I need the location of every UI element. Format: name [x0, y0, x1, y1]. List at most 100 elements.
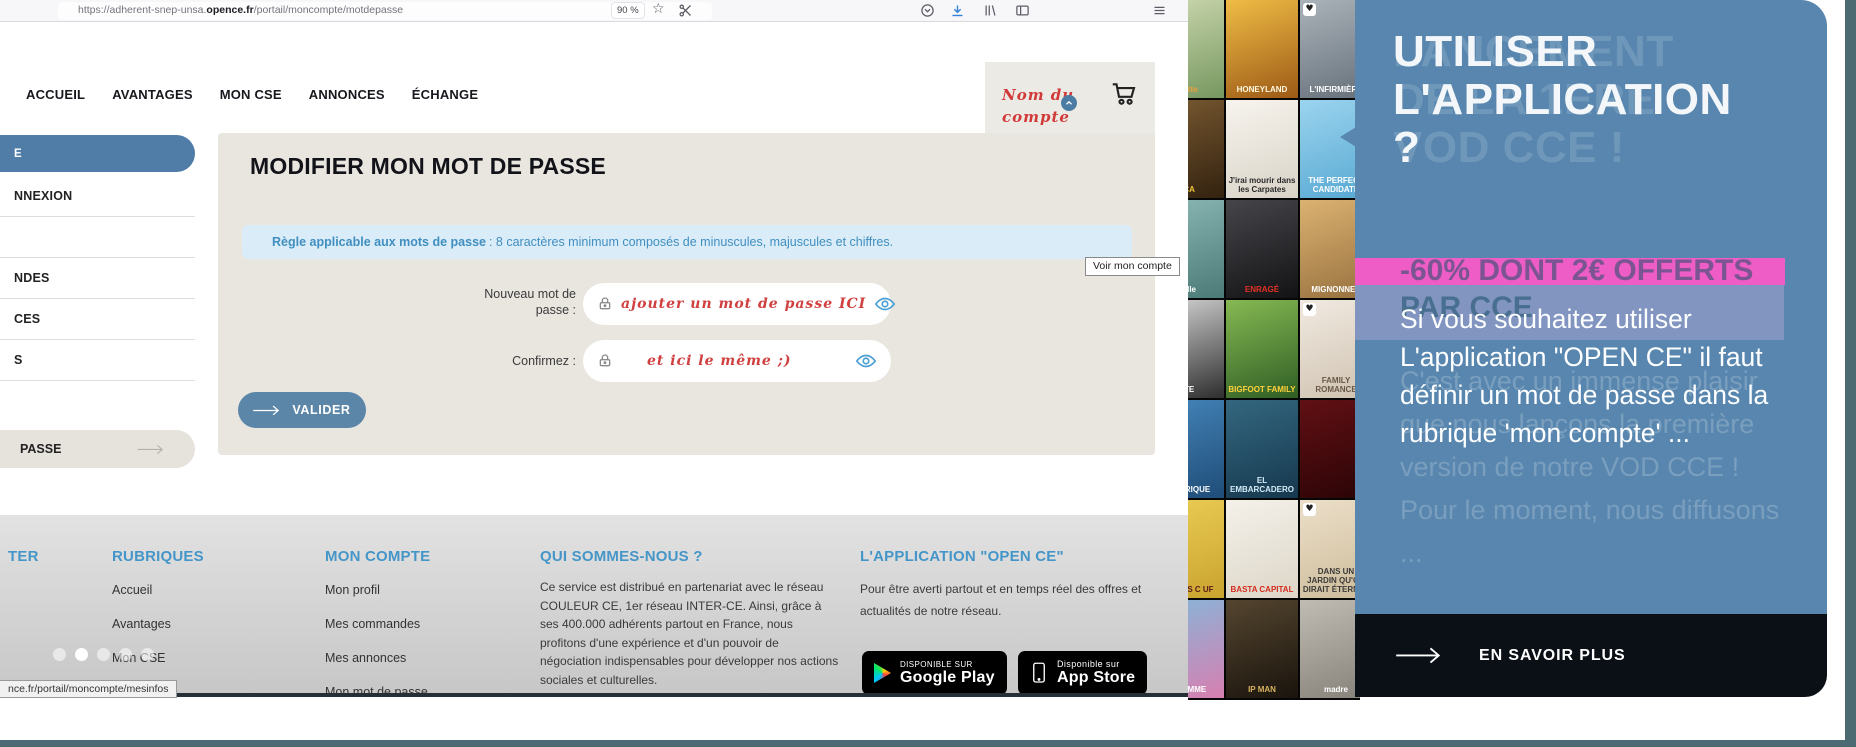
screenshot-icon[interactable]	[678, 3, 693, 18]
carousel-dots	[53, 648, 154, 661]
en-savoir-plus-button[interactable]: EN SAVOIR PLUS	[1355, 614, 1827, 697]
valider-button[interactable]: VALIDER	[238, 392, 366, 428]
sidebar-item[interactable]: CES	[0, 299, 195, 340]
movie-poster[interactable]: ♥ L'INFIRMIÈRE	[1300, 0, 1360, 98]
menu-icon[interactable]	[1152, 3, 1167, 18]
zoom-level-badge[interactable]: 90 %	[612, 3, 644, 18]
movie-poster[interactable]: BIGFOOT FAMILY	[1226, 300, 1298, 398]
movie-poster[interactable]: ♥ FAMILY ROMANCE	[1300, 300, 1360, 398]
favorite-heart-icon: ♥	[1303, 303, 1316, 316]
poster-grid: nette HONEYLAND ♥ L'INFIRMIÈRE ICA J'ira…	[1188, 0, 1360, 698]
movie-title: FAMILY ROMANCE	[1315, 376, 1357, 394]
movie-poster[interactable]: MIGNONNES	[1300, 200, 1360, 298]
movie-poster[interactable]: IP MAN	[1226, 600, 1298, 698]
movie-title: ENRAGÉ	[1244, 285, 1280, 294]
footer-link[interactable]: Mes commandes	[325, 617, 428, 631]
movie-title: ICA	[1188, 185, 1195, 194]
sidebar-item[interactable]	[0, 217, 195, 258]
movie-title: THE PERFECT CANDIDATE	[1308, 176, 1360, 194]
pocket-icon[interactable]	[920, 3, 935, 18]
nav-item[interactable]: ACCUEIL	[26, 87, 85, 102]
browser-toolbar: ⇄ https://adherent-snep-unsa.opence.fr/p…	[0, 0, 1189, 22]
footer-link[interactable]: Accueil	[112, 583, 171, 597]
nav-item[interactable]: ANNONCES	[309, 87, 385, 102]
library-icon[interactable]	[983, 3, 998, 18]
sidebar-menu: NNEXION NDES CES S	[0, 176, 195, 381]
sidebar-item-label: PASSE	[20, 442, 62, 456]
movie-poster[interactable]: BASTA CAPITAL	[1226, 500, 1298, 598]
promo-headline: UTILISER L'APPLICATION?	[1393, 27, 1732, 172]
browser-window: ⇄ https://adherent-snep-unsa.opence.fr/p…	[0, 0, 1190, 697]
confirm-password-label: Confirmez :	[512, 354, 576, 368]
carousel-dot[interactable]	[141, 648, 154, 661]
new-password-annotation: ajouter un mot de passe ICI	[621, 296, 867, 312]
movie-title: CER RIQUE	[1188, 485, 1211, 494]
nav-item[interactable]: AVANTAGES	[112, 87, 193, 102]
sidebar-toggle-icon[interactable]	[1015, 3, 1030, 18]
movie-poster[interactable]: HONEYLAND	[1226, 0, 1298, 98]
movie-poster[interactable]	[1300, 400, 1360, 498]
movie-poster[interactable]: ENRAGÉ	[1226, 200, 1298, 298]
bookmark-star-icon[interactable]: ☆	[652, 1, 665, 17]
nav-item[interactable]: MON CSE	[220, 87, 282, 102]
show-password-icon[interactable]	[874, 293, 896, 315]
movie-poster[interactable]: Fille	[1188, 200, 1224, 298]
footer-link[interactable]: Mon profil	[325, 583, 428, 597]
sidebar-item-mot-de-passe[interactable]: PASSE	[0, 430, 195, 468]
favorite-heart-icon: ♥	[1303, 503, 1316, 516]
url-text[interactable]: https://adherent-snep-unsa.opence.fr/por…	[78, 4, 403, 16]
desktop-edge-right	[1845, 0, 1856, 747]
page-title: MODIFIER MON MOT DE PASSE	[250, 153, 606, 179]
download-icon[interactable]	[950, 3, 965, 18]
arrow-right-icon	[137, 444, 167, 455]
movie-poster[interactable]: J'irai mourir dans les Carpates	[1226, 100, 1298, 198]
carousel-prev-arrow[interactable]	[1340, 121, 1366, 153]
sidebar-active-item[interactable]: E	[0, 135, 195, 172]
window-bottom-edge	[0, 693, 1189, 697]
movie-poster[interactable]: nette	[1188, 0, 1224, 98]
movie-poster[interactable]: ITE	[1188, 300, 1224, 398]
new-password-input[interactable]: ajouter un mot de passe ICI	[583, 283, 896, 325]
sidebar-item[interactable]: NNEXION	[0, 176, 195, 217]
carousel-dot[interactable]	[75, 648, 88, 661]
footer-link[interactable]: Avantages	[112, 617, 171, 631]
chevron-up-icon[interactable]	[1061, 95, 1077, 111]
arrow-right-icon	[1395, 646, 1447, 665]
password-panel: MODIFIER MON MOT DE PASSE Règle applicab…	[218, 133, 1155, 455]
cart-icon[interactable]	[1109, 78, 1139, 108]
app-store-badge[interactable]: Disponible sur App Store	[1018, 651, 1148, 695]
lock-icon	[597, 353, 613, 369]
carousel-dot[interactable]	[97, 648, 110, 661]
carousel-dot[interactable]	[53, 648, 66, 661]
footer-heading-about: QUI SOMMES-NOUS ?	[540, 548, 703, 565]
movie-poster[interactable]: ♥ DANS UN JARDIN QU'ON DIRAIT ÉTERNEL	[1300, 500, 1360, 598]
rule-label: Règle applicable aux mots de passe	[272, 235, 486, 249]
movie-poster[interactable]: madre	[1300, 600, 1360, 698]
movie-poster[interactable]: ICA	[1188, 100, 1224, 198]
movie-poster[interactable]: CER RIQUE	[1188, 400, 1224, 498]
google-play-badge[interactable]: DISPONIBLE SUR Google Play	[862, 651, 1007, 695]
footer-link[interactable]: Mes annonces	[325, 651, 428, 665]
movie-poster[interactable]: E FEMME	[1188, 600, 1224, 698]
site-nav: ACCUEIL AVANTAGES MON CSE ANNONCES ÉCHANGE	[26, 87, 478, 102]
carousel-dot[interactable]	[119, 648, 132, 661]
movie-title: ME PES C UF	[1188, 585, 1214, 594]
google-play-icon	[874, 663, 891, 683]
nav-item[interactable]: ÉCHANGE	[412, 87, 478, 102]
movie-poster[interactable]: EL EMBARCADERO	[1226, 400, 1298, 498]
movie-poster[interactable]: ME PES C UF	[1188, 500, 1224, 598]
about-text: Ce service est distribué en partenariat …	[540, 580, 839, 687]
desktop: ⇄ https://adherent-snep-unsa.opence.fr/p…	[0, 0, 1856, 747]
password-rule-banner: Règle applicable aux mots de passe : 8 c…	[242, 225, 1132, 259]
favorite-heart-icon: ♥	[1303, 3, 1316, 16]
movie-title: Fille	[1188, 285, 1196, 294]
sidebar-item[interactable]: S	[0, 340, 195, 381]
new-password-label: Nouveau mot de passe :	[484, 287, 576, 317]
show-password-icon[interactable]	[855, 350, 877, 372]
confirm-password-input[interactable]: et ici le même ;)	[583, 340, 891, 382]
phone-icon	[1033, 662, 1045, 683]
footer-links-rubriques: Accueil Avantages Mon CSE	[112, 583, 171, 685]
voir-mon-compte-tooltip: Voir mon compte	[1085, 257, 1180, 276]
movie-title: BIGFOOT FAMILY	[1228, 385, 1296, 394]
sidebar-item[interactable]: NDES	[0, 258, 195, 299]
